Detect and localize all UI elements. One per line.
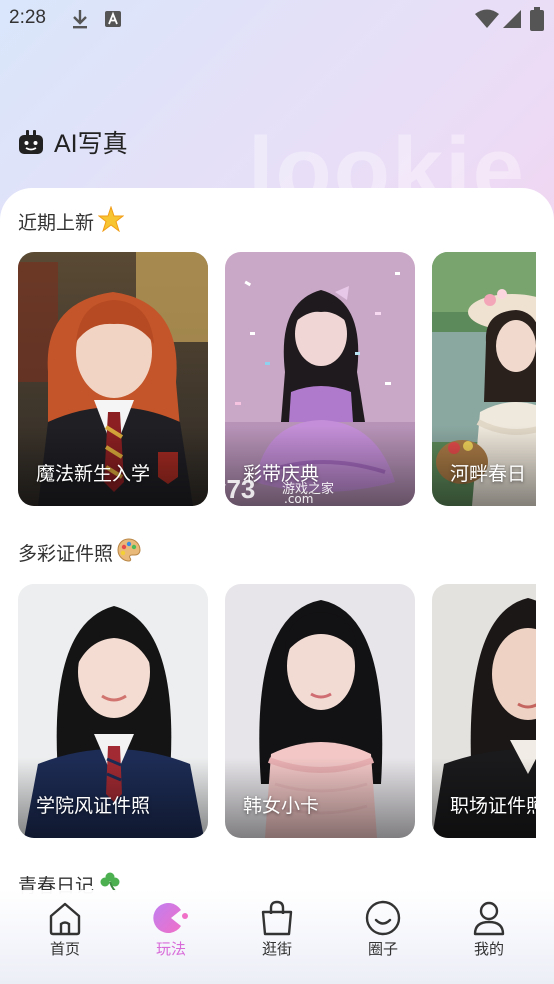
- template-label: 职场证件照: [450, 795, 536, 817]
- nav-label: 我的: [473, 940, 504, 958]
- template-card[interactable]: 河畔春日: [432, 252, 536, 506]
- signal-icon: [503, 10, 521, 28]
- robot-icon: [19, 130, 43, 154]
- section-title-text: 近期上新: [18, 212, 95, 234]
- nav-label: 首页: [49, 940, 80, 958]
- page-title: AI写真: [54, 130, 128, 158]
- status-time: 2:28: [9, 7, 46, 28]
- template-label: 河畔春日: [450, 463, 527, 485]
- page-header: AI写真: [18, 124, 128, 160]
- nav-label: 逛街: [261, 940, 292, 958]
- nav-circle[interactable]: 圈子: [343, 900, 423, 959]
- play-icon: [153, 903, 188, 933]
- keyboard-indicator-icon: [105, 11, 121, 27]
- user-icon: [473, 901, 505, 936]
- watermark-logo: k73: [212, 474, 256, 504]
- download-icon: [73, 10, 87, 29]
- smile-icon: [365, 900, 401, 936]
- status-bar: 2:28: [0, 0, 554, 38]
- watermark-domain: .com: [284, 492, 314, 506]
- star-icon: [97, 205, 125, 237]
- template-card[interactable]: 魔法新生入学: [18, 252, 208, 506]
- template-card[interactable]: 彩带庆典: [225, 252, 415, 506]
- template-card[interactable]: 职场证件照: [432, 584, 536, 838]
- new-templates-row: 魔法新生入学 彩带庆典 河畔春日: [18, 252, 536, 506]
- template-label: 韩女小卡: [243, 795, 320, 817]
- section-title-new: 近期上新: [18, 205, 125, 237]
- nav-profile[interactable]: 我的: [449, 900, 529, 959]
- template-card[interactable]: 韩女小卡: [225, 584, 415, 838]
- nav-label: 圈子: [367, 940, 398, 958]
- bottom-nav: 首页 玩法 逛街 圈子 我的: [0, 890, 554, 984]
- shopping-bag-icon: [261, 900, 293, 936]
- template-label: 学院风证件照: [36, 795, 151, 817]
- nav-label: 玩法: [155, 940, 186, 958]
- home-icon: [49, 902, 81, 936]
- section-title-text: 多彩证件照: [18, 543, 114, 565]
- template-card[interactable]: 学院风证件照: [18, 584, 208, 838]
- nav-play[interactable]: 玩法: [131, 900, 211, 959]
- battery-icon: [530, 7, 544, 31]
- nav-home[interactable]: 首页: [25, 900, 105, 959]
- template-label: 魔法新生入学: [36, 463, 151, 485]
- id-photo-row: 学院风证件照 韩女小卡 职场证件照: [18, 584, 536, 838]
- palette-icon: [117, 538, 141, 567]
- wifi-icon: [475, 9, 499, 28]
- nav-shopping[interactable]: 逛街: [237, 900, 317, 959]
- section-title-id-photo: 多彩证件照: [18, 538, 141, 567]
